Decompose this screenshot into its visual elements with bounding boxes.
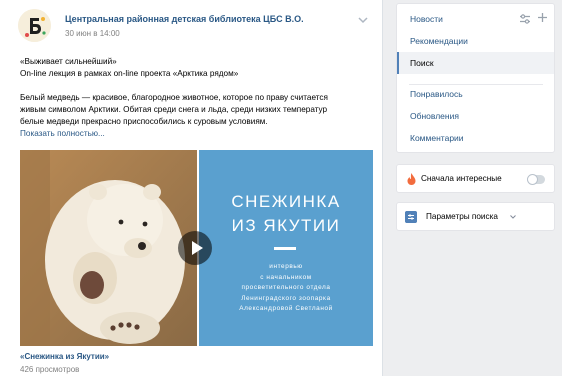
polar-bear-image <box>20 150 197 346</box>
menu-item-liked[interactable]: Понравилось <box>397 83 554 105</box>
video-cover-text: СНЕЖИНКА ИЗ ЯКУТИИ интервью с начальнико… <box>199 150 373 346</box>
chevron-down-icon[interactable] <box>357 15 369 25</box>
video-subtitle-line: интервью <box>269 263 303 270</box>
video-subtitle-line: Александровой Светланой <box>239 305 333 312</box>
post-text: «Выживает сильнейший» On-line лекция в р… <box>20 56 365 140</box>
show-more-link[interactable]: Показать полностью... <box>20 128 365 140</box>
video-subtitle-line: просветительного отдела <box>241 284 331 291</box>
interesting-first-toggle-row[interactable]: Сначала интересные <box>396 164 555 193</box>
post-text-line: белые медведи прекрасно приспособились к… <box>20 117 268 126</box>
fire-icon <box>407 173 416 185</box>
video-title-link[interactable]: «Снежинка из Якутии» <box>20 352 109 361</box>
menu-item-updates[interactable]: Обновления <box>397 105 554 127</box>
feed-menu: Новости Рекомендации Поиск Понравилось О… <box>396 3 555 153</box>
video-subtitle-line: Ленинградского зоопарка <box>241 294 331 302</box>
polar-bear-photo <box>20 150 197 346</box>
video-preview[interactable]: СНЕЖИНКА ИЗ ЯКУТИИ интервью с начальнико… <box>20 150 373 346</box>
interesting-first-label: Сначала интересные <box>421 174 502 183</box>
menu-item-comments[interactable]: Комментарии <box>397 127 554 149</box>
video-cover-title: ИЗ ЯКУТИИ <box>231 216 341 235</box>
library-avatar[interactable] <box>18 9 51 42</box>
chevron-down-icon <box>510 215 516 219</box>
play-icon[interactable] <box>178 231 212 265</box>
divider <box>274 247 296 250</box>
post-text-line: On-line лекция в рамках on-line проекта … <box>20 69 239 78</box>
search-params-dropdown[interactable]: Параметры поиска <box>396 202 555 231</box>
menu-item-recommendations[interactable]: Рекомендации <box>397 30 554 52</box>
search-params-label: Параметры поиска <box>426 212 498 221</box>
menu-item-search[interactable]: Поиск <box>397 52 554 74</box>
library-logo-icon <box>18 9 51 42</box>
post-author-link[interactable]: Центральная районная детская библиотека … <box>65 14 304 24</box>
post-text-line: «Выживает сильнейший» <box>20 57 117 66</box>
video-cover-title: СНЕЖИНКА <box>231 192 341 211</box>
post-date[interactable]: 30 июн в 14:00 <box>65 29 120 38</box>
tune-icon[interactable] <box>519 14 531 24</box>
video-subtitle-line: с начальником <box>260 273 312 281</box>
video-views-count: 426 просмотров <box>20 365 80 374</box>
post-text-gap <box>20 80 365 92</box>
interesting-first-switch[interactable] <box>527 174 545 185</box>
post-text-line: живым символом Арктики. Обитая среди сне… <box>20 105 328 114</box>
post-text-line: Белый медведь — красивое, благородное жи… <box>20 93 328 102</box>
video-cover-subtitle: интервью с начальником просветительного … <box>199 262 373 315</box>
filter-icon <box>405 211 417 223</box>
news-post: Центральная районная детская библиотека … <box>0 0 383 376</box>
plus-icon[interactable] <box>537 12 548 23</box>
